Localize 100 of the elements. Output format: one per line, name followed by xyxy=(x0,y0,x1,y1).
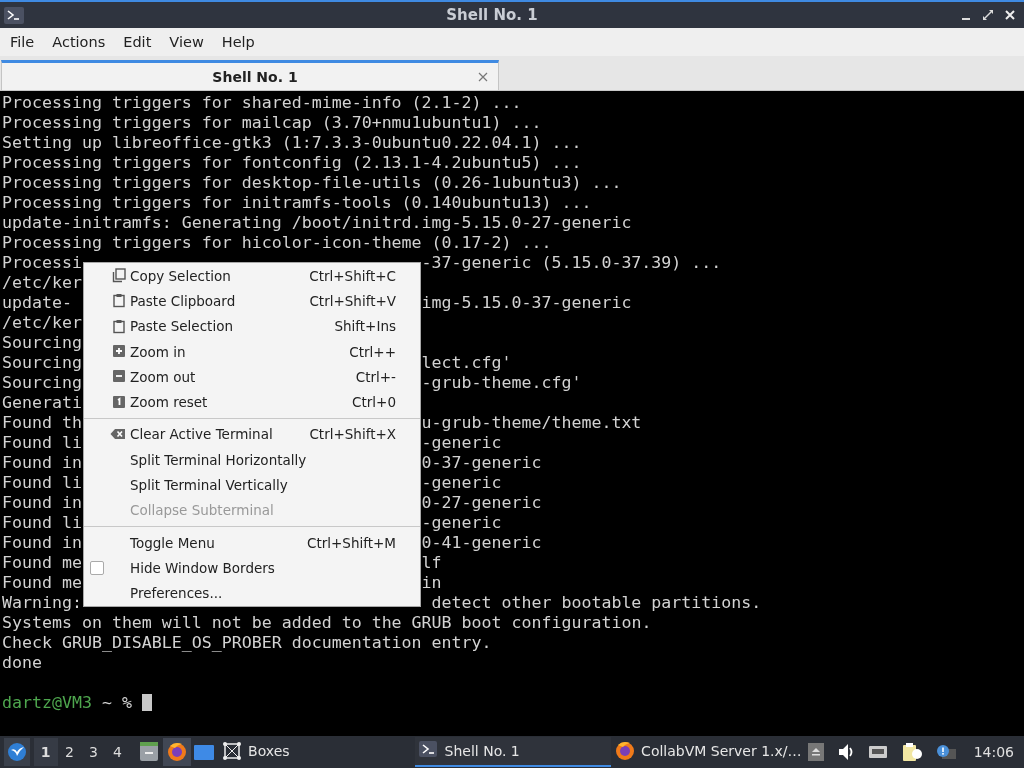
terminal-line: Processing triggers for mailcap (3.70+nmu1ubuntu1) ... xyxy=(2,113,542,132)
shortcut-label: Ctrl+Shift+M xyxy=(307,534,396,551)
terminal-line: Sourcing xyxy=(2,373,82,393)
menu-item[interactable]: Zoom in xyxy=(130,343,186,360)
backspace-icon xyxy=(110,427,126,442)
notification-icon[interactable] xyxy=(935,744,956,760)
menu-item[interactable]: Edit xyxy=(115,34,160,50)
prompt-path: ~ % xyxy=(101,693,132,712)
browser-icon[interactable] xyxy=(165,741,188,763)
menu-item[interactable]: Split Terminal Vertically xyxy=(130,477,288,493)
terminal-line: in xyxy=(421,573,442,593)
terminal-line: Processing triggers for shared-mime-info (2.1-2) ... xyxy=(2,93,522,112)
shortcut-label: Ctrl+Shift+V xyxy=(309,292,396,309)
terminal-line: /etc/ker xyxy=(2,273,82,293)
terminal-line: img-5.15.0-37-generic xyxy=(421,293,632,313)
terminal-line: update- xyxy=(2,293,72,313)
square-icon xyxy=(112,394,126,410)
checkbox[interactable] xyxy=(90,561,104,576)
text-cursor xyxy=(141,694,152,711)
terminal-line: Check GRUB_DISABLE_OS_PROBER documentation entry. xyxy=(2,633,492,652)
clock[interactable]: 14:06 xyxy=(973,744,1014,760)
terminal-line: Found li xyxy=(2,513,82,533)
terminal-line: Processing triggers for initramfs-tools (0.140ubuntu13) ... xyxy=(2,193,592,212)
terminal-line: Processing triggers for hicolor-icon-theme (0.17-2) ... xyxy=(2,233,552,252)
menu-item[interactable]: Preferences... xyxy=(130,585,223,602)
terminal-line: Generati xyxy=(2,393,82,413)
menu-item[interactable]: File xyxy=(2,34,43,50)
workspace-button[interactable]: 1 xyxy=(33,738,58,766)
menu-item[interactable]: View xyxy=(161,34,212,50)
boxes-icon xyxy=(222,741,243,761)
start-button[interactable] xyxy=(4,738,30,766)
terminal-line: Found li xyxy=(2,433,82,453)
terminal-line: Sourcing xyxy=(2,353,82,373)
terminal-line: 0-37-generic xyxy=(421,453,542,473)
taskbar-button[interactable]: Boxes xyxy=(218,737,415,767)
terminal-line: u-grub-theme/theme.txt xyxy=(421,413,642,433)
network-icon[interactable] xyxy=(867,743,888,761)
terminal-line: 0-41-generic xyxy=(421,533,542,553)
terminal-line: -grub-theme.cfg' xyxy=(421,373,582,393)
terminal-line: detect other bootable partitions. xyxy=(430,593,762,613)
menu-item[interactable]: Hide Window Borders xyxy=(130,559,275,576)
window-title: Shell No. 1 xyxy=(445,6,539,24)
terminal-line: /etc/ker xyxy=(2,313,82,333)
file-cabinet-icon[interactable] xyxy=(138,741,161,763)
menu-item[interactable]: Zoom out xyxy=(130,368,196,385)
terminal-line: -37-generic (5.15.0-37.39) ... xyxy=(421,253,722,273)
terminal-line: Found li xyxy=(2,473,82,493)
terminal-line: Processing triggers for desktop-file-utils (0.26-1ubuntu3) ... xyxy=(2,173,622,192)
prompt-user: dartz@VM3 xyxy=(2,693,92,712)
clipboard-icon xyxy=(112,293,126,309)
shortcut-label: Shift+Ins xyxy=(334,318,396,335)
terminal-line: -generic xyxy=(421,473,502,493)
terminal-line: Sourcing xyxy=(2,333,82,353)
terminal-line: done xyxy=(2,653,42,672)
menu-item[interactable]: Paste Clipboard xyxy=(130,292,236,309)
terminal-line: Systems on them will not be added to the GRUB boot configuration. xyxy=(2,613,652,632)
menu-item[interactable]: Toggle Menu xyxy=(130,534,215,551)
terminal-line: lf xyxy=(421,553,442,573)
restore-icon[interactable] xyxy=(982,9,994,21)
shortcut-label: Ctrl+Shift+C xyxy=(309,267,396,284)
clipboard-icon[interactable] xyxy=(901,742,922,762)
taskbar-button[interactable]: CollabVM Server 1.x/… xyxy=(611,737,808,767)
terminal-line: Processi xyxy=(2,253,82,273)
terminal-line: Found in xyxy=(2,453,82,473)
terminal-line: -generic xyxy=(421,513,502,533)
menu-item[interactable]: Help xyxy=(213,34,263,50)
terminal-line: Warning: xyxy=(2,593,82,613)
workspace-button[interactable]: 4 xyxy=(105,738,130,766)
volume-icon[interactable] xyxy=(837,743,854,761)
terminal-line: Found in xyxy=(2,493,82,513)
menu-item[interactable]: Copy Selection xyxy=(130,267,231,284)
clipboard-icon xyxy=(112,318,126,334)
terminal-line: 0-27-generic xyxy=(421,493,542,513)
workspace-button[interactable]: 3 xyxy=(81,738,106,766)
zoom-in-icon xyxy=(112,344,126,360)
taskbar-button[interactable]: Shell No. 1 xyxy=(414,737,612,767)
terminal-line: Processing triggers for fontconfig (2.13.1-4.2ubuntu5) ... xyxy=(2,153,582,172)
terminal-line: update-initramfs: Generating /boot/initrd.img-5.15.0-27-generic xyxy=(2,213,632,232)
shortcut-label: Ctrl+- xyxy=(355,368,396,385)
menu-item[interactable]: Paste Selection xyxy=(130,318,233,335)
terminal-line: Found in xyxy=(2,533,82,553)
workspace-button[interactable]: 2 xyxy=(57,738,82,766)
menu-item[interactable]: Clear Active Terminal xyxy=(130,426,273,443)
menu-item[interactable]: Split Terminal Horizontally xyxy=(130,451,307,468)
menu-item[interactable]: Actions xyxy=(44,34,114,50)
terminal-line: Found me xyxy=(2,573,82,593)
terminal-line: Setting up libreoffice-gtk3 (1:7.3.3-0ubuntu0.22.04.1) ... xyxy=(2,133,582,152)
shortcut-label: Ctrl++ xyxy=(349,343,396,360)
terminal-line: -generic xyxy=(421,433,502,453)
eject-icon[interactable] xyxy=(807,743,824,761)
shortcut-label: Ctrl+Shift+X xyxy=(309,426,396,443)
zoom-out-icon xyxy=(112,369,126,385)
terminal-line: Found th xyxy=(2,413,82,433)
tab[interactable]: Shell No. 1 xyxy=(1,60,499,90)
browser-icon xyxy=(615,741,636,761)
shortcut-label: Ctrl+0 xyxy=(352,394,396,411)
copy-icon xyxy=(112,268,126,284)
terminal-icon[interactable] xyxy=(4,6,24,24)
menu-item[interactable]: Zoom reset xyxy=(130,394,208,411)
terminal-line: Found me xyxy=(2,553,82,573)
